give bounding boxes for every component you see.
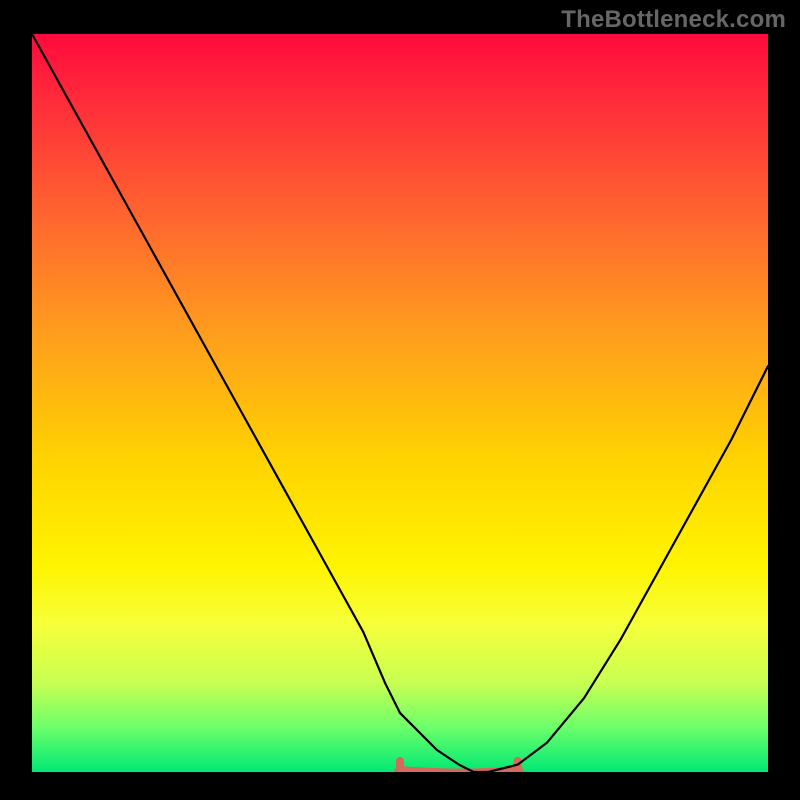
plot-area — [32, 34, 768, 772]
watermark-text: TheBottleneck.com — [561, 6, 786, 34]
highlight-band-group — [400, 761, 518, 772]
chart-svg — [32, 34, 768, 772]
chart-frame: TheBottleneck.com — [0, 0, 800, 800]
curve-line — [32, 34, 768, 772]
